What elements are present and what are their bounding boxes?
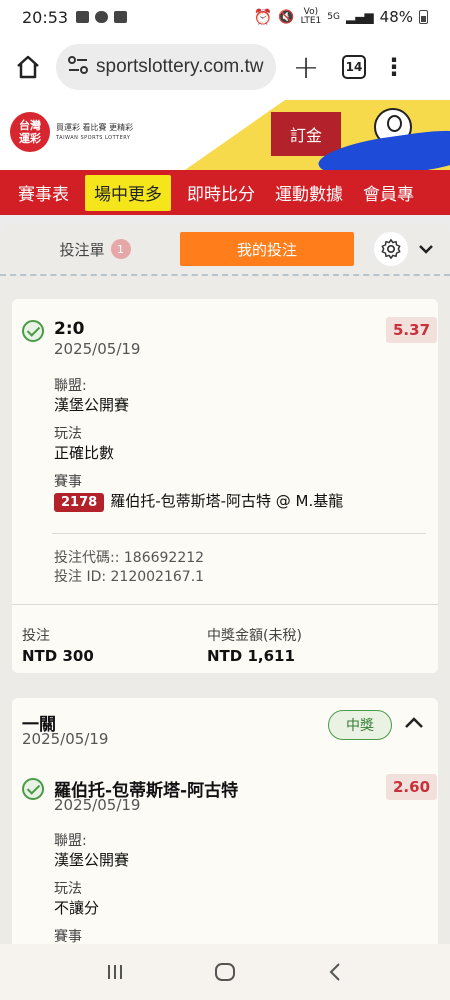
checkbox-icon — [114, 11, 128, 23]
bet-slip-panel: 投注單 1 我的投注 2:0 2025/05/19 5.37 聯盟: 漢堡公開賽… — [0, 224, 450, 944]
new-tab-button[interactable]: + — [276, 48, 336, 86]
payout-label: 中獎金額(未稅) — [207, 628, 302, 644]
market-value: 不讓分 — [54, 899, 100, 917]
back-button[interactable] — [315, 952, 355, 992]
chevron-up-icon — [405, 717, 423, 728]
notification-icons — [76, 11, 128, 23]
market-value: 正確比數 — [54, 444, 115, 462]
cloud-icon — [95, 11, 109, 23]
network-type: 5G — [327, 11, 340, 22]
main-nav: 賽事表 場中更多 即時比分 運動數據 會員專 — [0, 170, 450, 215]
bet-slip-tabs: 投注單 1 我的投注 — [0, 224, 450, 276]
site-header: 台灣 運彩 買運彩 看比賽 更精彩 TAIWAN SPORTS LOTTERY 訂… — [0, 100, 450, 170]
battery-percent: 48% — [379, 8, 413, 26]
nav-item-live-scores[interactable]: 即時比分 — [177, 170, 265, 215]
nav-item-live-more[interactable]: 場中更多 — [85, 174, 171, 211]
bet-card: 2:0 2025/05/19 5.37 聯盟: 漢堡公開賽 玩法 正確比數 賽事… — [12, 299, 438, 673]
stake-value: NTD 300 — [22, 647, 94, 665]
bet-code: 投注代碼:: 186692212 — [54, 550, 205, 566]
alarm-icon: ⏰ — [253, 8, 273, 26]
bet-card: 一關 2025/05/19 中獎 羅伯托-包蒂斯塔-阿古特 2025/05/19… — [12, 698, 438, 944]
recent-apps-button[interactable] — [95, 952, 135, 992]
bet-codes: 投注代碼:: 186692212 投注 ID: 212002167.1 — [54, 549, 204, 587]
collapse-card-button[interactable] — [404, 714, 424, 733]
settings-button[interactable] — [374, 232, 408, 266]
status-badge: 中獎 — [328, 710, 392, 740]
nav-item-sports-data[interactable]: 運動數據 — [265, 170, 353, 215]
event-label: 賽事 — [54, 929, 82, 944]
nav-item-member[interactable]: 會員專 — [353, 170, 424, 215]
home-icon — [17, 55, 39, 79]
check-circle-icon — [22, 320, 44, 342]
market-label: 玩法 — [54, 881, 82, 897]
odds-badge: 5.37 — [386, 317, 438, 343]
bet-slip-count-badge: 1 — [110, 239, 131, 259]
odds-badge: 2.60 — [386, 774, 438, 800]
tab-my-bets[interactable]: 我的投注 — [180, 232, 354, 266]
battery-icon — [419, 10, 428, 24]
chevron-down-icon — [419, 245, 433, 254]
event-label: 賽事 — [54, 474, 82, 490]
stake-label: 投注 — [22, 628, 50, 644]
tab-switcher-button[interactable]: 14 — [342, 55, 366, 79]
mute-icon: 🔇 — [278, 9, 295, 25]
divider — [12, 604, 438, 605]
bet-date: 2025/05/19 — [22, 730, 109, 748]
event-row: 2178 羅伯托-包蒂斯塔-阿古特 @ M.基龍 — [54, 490, 343, 512]
back-arrow-icon — [329, 963, 340, 981]
league-value: 漢堡公開賽 — [54, 851, 130, 869]
selection-date: 2025/05/19 — [54, 796, 141, 814]
volte-indicator: Vo) LTE1 — [300, 7, 322, 26]
league-label: 聯盟: — [54, 833, 87, 849]
signal-icon: ▂▄▆ — [345, 10, 374, 24]
url-text: sportslottery.com.tw — [96, 56, 264, 77]
bet-id: 投注 ID: 212002167.1 — [54, 569, 205, 585]
event-name: 羅伯托-包蒂斯塔-阿古特 @ M.基龍 — [110, 492, 344, 510]
home-button[interactable] — [0, 39, 56, 95]
site-settings-icon[interactable] — [68, 56, 90, 78]
logo-tagline: 買運彩 看比賽 更精彩 TAIWAN SPORTS LOTTERY — [56, 123, 134, 141]
system-icons: ⏰ 🔇 Vo) LTE1 5G ▂▄▆ 48% — [254, 8, 428, 26]
address-bar[interactable]: sportslottery.com.tw — [56, 44, 276, 90]
browser-toolbar: sportslottery.com.tw + 14 ⋮ — [0, 34, 450, 100]
browser-menu-button[interactable]: ⋮ — [366, 53, 422, 81]
league-value: 漢堡公開賽 — [54, 396, 130, 414]
site-logo[interactable]: 台灣 運彩 — [10, 112, 50, 152]
divider — [52, 533, 426, 534]
order-button[interactable]: 訂金 — [271, 112, 341, 156]
home-circle-icon — [215, 963, 235, 981]
status-time: 20:53 — [22, 7, 69, 27]
home-nav-button[interactable] — [205, 952, 245, 992]
status-bar: 20:53 ⏰ 🔇 Vo) LTE1 5G ▂▄▆ 48% — [0, 0, 450, 34]
tab-bet-slip[interactable]: 投注單 1 — [10, 239, 180, 260]
check-circle-icon — [22, 778, 44, 800]
system-nav-bar — [0, 944, 450, 1000]
payout-value: NTD 1,611 — [207, 647, 295, 665]
selection-date: 2025/05/19 — [54, 340, 141, 358]
collapse-panel-button[interactable] — [418, 244, 438, 254]
league-label: 聯盟: — [54, 378, 87, 394]
nav-item-schedule[interactable]: 賽事表 — [0, 170, 79, 215]
market-label: 玩法 — [54, 426, 82, 442]
event-code-badge: 2178 — [54, 493, 105, 512]
gallery-icon — [76, 11, 90, 23]
gear-icon — [381, 239, 401, 259]
recents-icon — [108, 965, 122, 979]
selection-title: 2:0 — [54, 319, 85, 339]
